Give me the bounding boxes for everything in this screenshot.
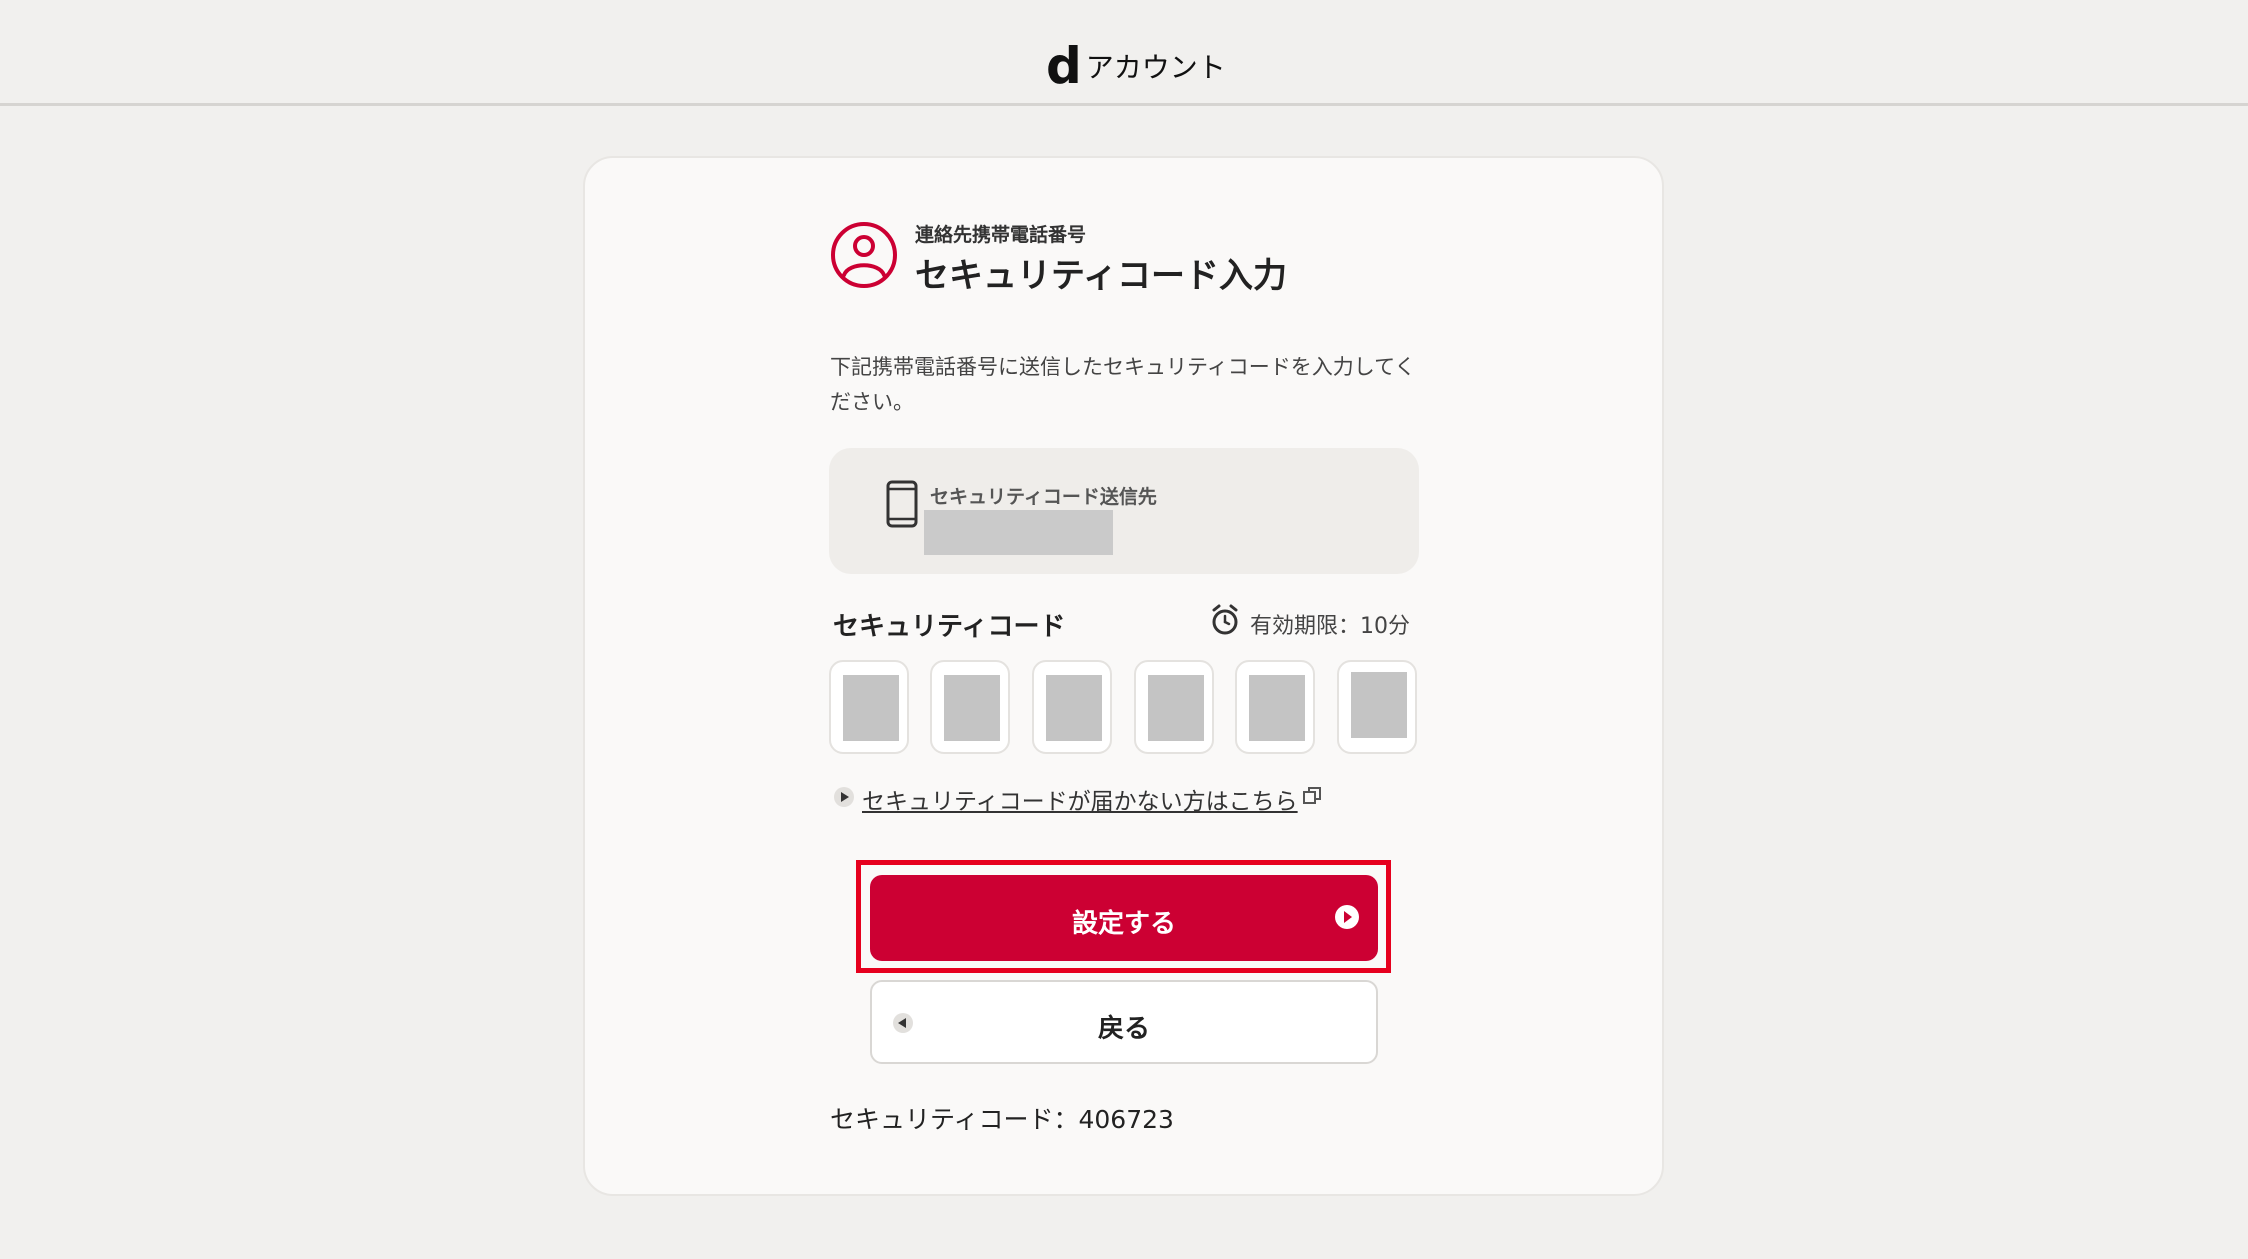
code-digit-input-4[interactable] [1134, 660, 1214, 754]
code-digit-input-2[interactable] [930, 660, 1010, 754]
code-digit-input-3[interactable] [1032, 660, 1112, 754]
code-not-received-link[interactable]: セキュリティコードが届かない方はこちら [862, 782, 1298, 816]
code-digit-input-5[interactable] [1235, 660, 1315, 754]
app-header: d アカウント [0, 0, 2248, 106]
code-digit-input-6[interactable] [1337, 660, 1417, 754]
back-button[interactable]: 戻る [870, 980, 1378, 1064]
play-arrow-icon [834, 787, 854, 807]
page-title: セキュリティコード入力 [915, 256, 1287, 296]
external-window-icon [1303, 787, 1321, 804]
code-digit-input-1[interactable] [829, 660, 909, 754]
page-subtitle: 連絡先携帯電話番号 [915, 224, 1087, 246]
digit-mask [1046, 675, 1102, 741]
destination-phone-masked [924, 510, 1113, 555]
back-button-label: 戻る [1097, 1014, 1150, 1044]
d-account-logo[interactable]: d アカウント [1046, 37, 1226, 95]
expiry-text: 有効期限：10分 [1250, 614, 1410, 639]
user-icon [831, 222, 897, 288]
destination-label: セキュリティコード送信先 [930, 486, 1157, 508]
submit-button[interactable]: 設定する [870, 875, 1378, 961]
instruction-text: 下記携帯電話番号に送信したセキュリティコードを入力してください。 [830, 355, 1416, 414]
logo-text: アカウント [1085, 51, 1226, 84]
security-code-label: セキュリティコード [833, 612, 1066, 642]
digit-mask [843, 675, 899, 741]
arrow-right-circle-icon [1335, 905, 1359, 929]
submit-button-label: 設定する [1071, 909, 1176, 939]
digit-mask [944, 675, 1000, 741]
smartphone-icon [886, 480, 918, 528]
digit-mask [1351, 672, 1407, 738]
logo-mark: d [1046, 37, 1082, 95]
security-code-hint: セキュリティコード：406723 [830, 1105, 1174, 1134]
digit-mask [1148, 675, 1204, 741]
alarm-clock-icon [1212, 604, 1238, 635]
digit-mask [1249, 675, 1305, 741]
